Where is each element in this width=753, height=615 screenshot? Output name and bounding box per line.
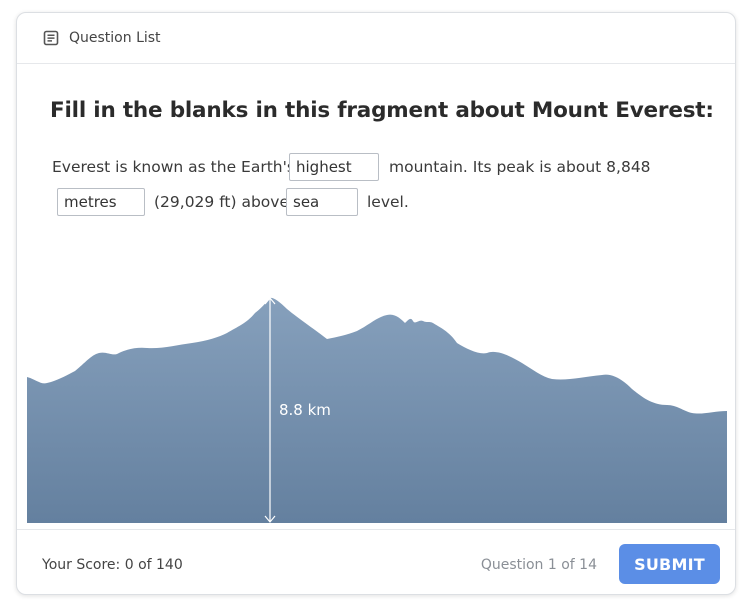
question-list-label: Question List xyxy=(69,30,161,46)
fragment-text-2: mountain. Its peak is about 8,848 xyxy=(389,158,651,176)
mountain-illustration: 8.8 km xyxy=(27,293,727,523)
fragment-text-3: (29,029 ft) above xyxy=(154,193,289,211)
footer-bar: Your Score: 0 of 140 Question 1 of 14 SU… xyxy=(17,529,735,594)
blank-input-3[interactable] xyxy=(286,188,358,216)
document-list-icon xyxy=(43,30,59,46)
fragment-text-4: level. xyxy=(367,193,409,211)
fragment-text-1: Everest is known as the Earth's xyxy=(52,158,295,176)
blank-input-1[interactable] xyxy=(289,153,379,181)
question-title: Fill in the blanks in this fragment abou… xyxy=(50,98,714,123)
score-text: Your Score: 0 of 140 xyxy=(42,557,183,573)
question-list-button[interactable]: Question List xyxy=(43,27,161,49)
question-counter: Question 1 of 14 xyxy=(480,557,597,573)
quiz-card: Question List Fill in the blanks in this… xyxy=(16,12,736,595)
blank-input-2[interactable] xyxy=(57,188,145,216)
height-label: 8.8 km xyxy=(279,401,331,419)
submit-button[interactable]: SUBMIT xyxy=(619,544,720,584)
mountain-silhouette xyxy=(27,297,727,523)
top-bar: Question List xyxy=(17,13,735,64)
